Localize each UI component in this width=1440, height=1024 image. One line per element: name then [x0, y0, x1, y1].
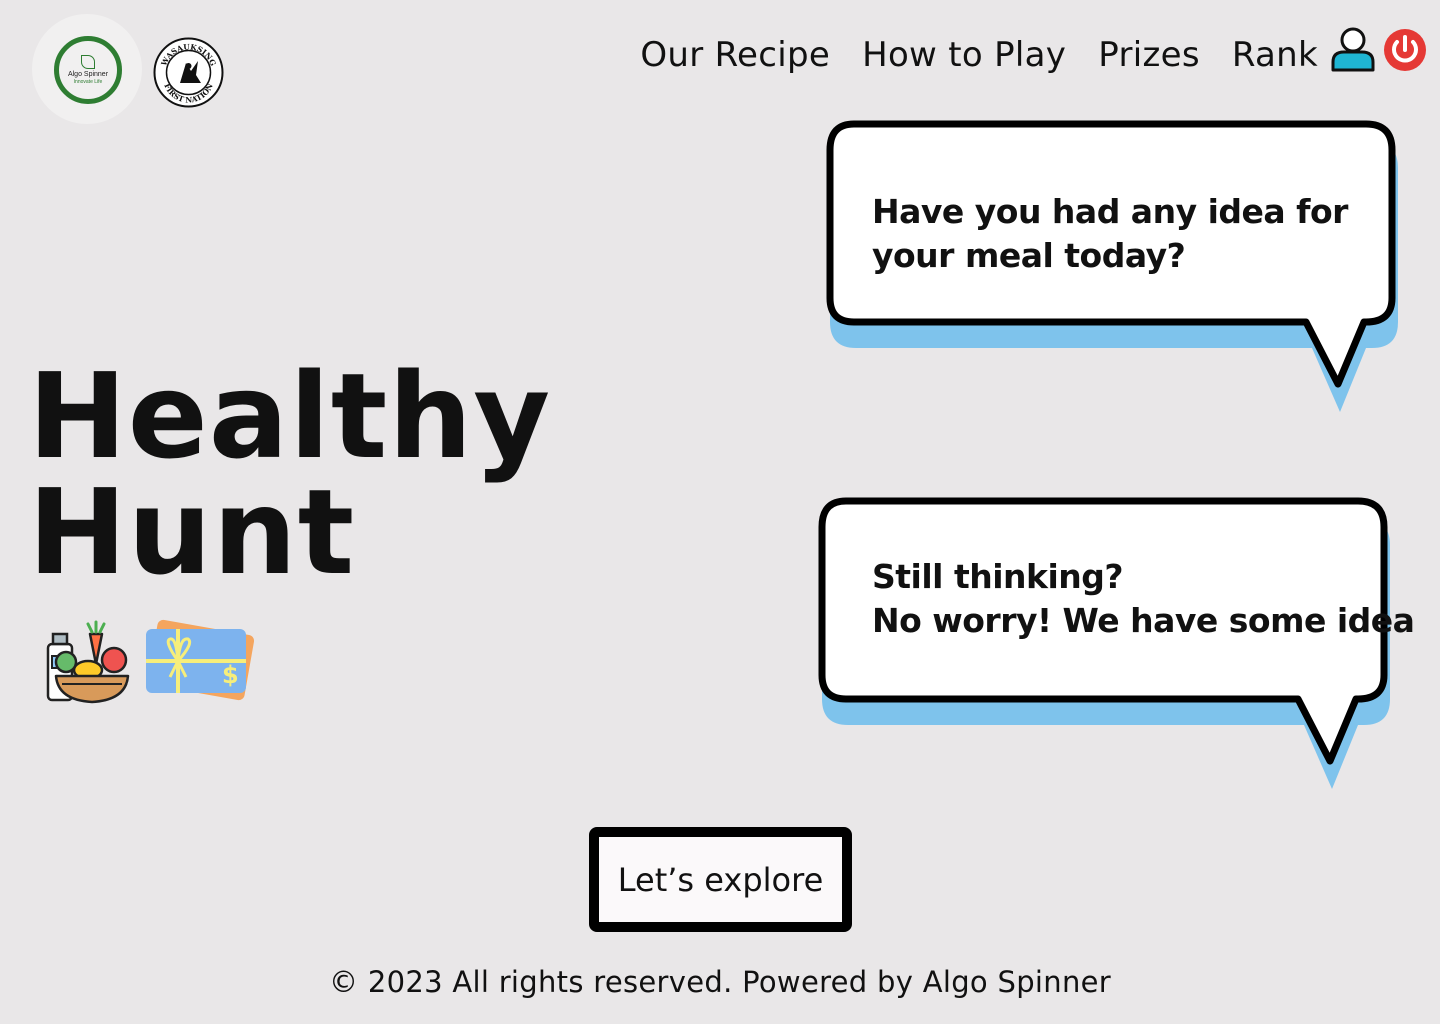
hero-title-line-1: Healthy [28, 347, 552, 485]
main-nav: Our Recipe How to Play Prizes Rank [640, 28, 1318, 82]
speech-bubble-2-text: Still thinking? No worry! We have some i… [872, 555, 1415, 643]
nav-our-recipe[interactable]: Our Recipe [640, 35, 830, 75]
lets-explore-button[interactable]: Let’s explore [589, 827, 852, 932]
grocery-basket-icon [46, 620, 130, 704]
speech-bubble-1-text: Have you had any idea for your meal toda… [872, 190, 1348, 278]
footer-copyright: © 2023 All rights reserved. Powered by A… [329, 965, 1111, 999]
speech-bubble-2-line-1: Still thinking? [872, 557, 1124, 596]
wasauksing-first-nation-seal: WASAUKSING FIRST NATION [153, 37, 224, 108]
power-icon[interactable] [1381, 28, 1429, 72]
user-profile-icon[interactable] [1330, 26, 1376, 72]
nav-how-to-play[interactable]: How to Play [862, 35, 1066, 75]
hero-title: Healthy Hunt [28, 347, 552, 601]
nav-rank[interactable]: Rank [1232, 35, 1318, 75]
logo-name: Algo Spinner [67, 71, 109, 78]
algo-spinner-logo[interactable]: Algo Spinner Innovate Life [54, 36, 122, 104]
nav-prizes[interactable]: Prizes [1098, 35, 1200, 75]
leaf-icon [81, 55, 95, 69]
hero-title-line-2: Hunt [28, 463, 356, 601]
speech-bubble-2-line-2: No worry! We have some idea [872, 601, 1415, 640]
logo-tagline: Innovate Life [73, 79, 103, 85]
gift-card-icon: $ [146, 619, 255, 701]
speech-bubble-2 [818, 497, 1390, 789]
speech-bubble-1-line-1: Have you had any idea for [872, 192, 1348, 231]
speech-bubble-1-line-2: your meal today? [872, 236, 1186, 275]
svg-text:$: $ [222, 661, 239, 689]
